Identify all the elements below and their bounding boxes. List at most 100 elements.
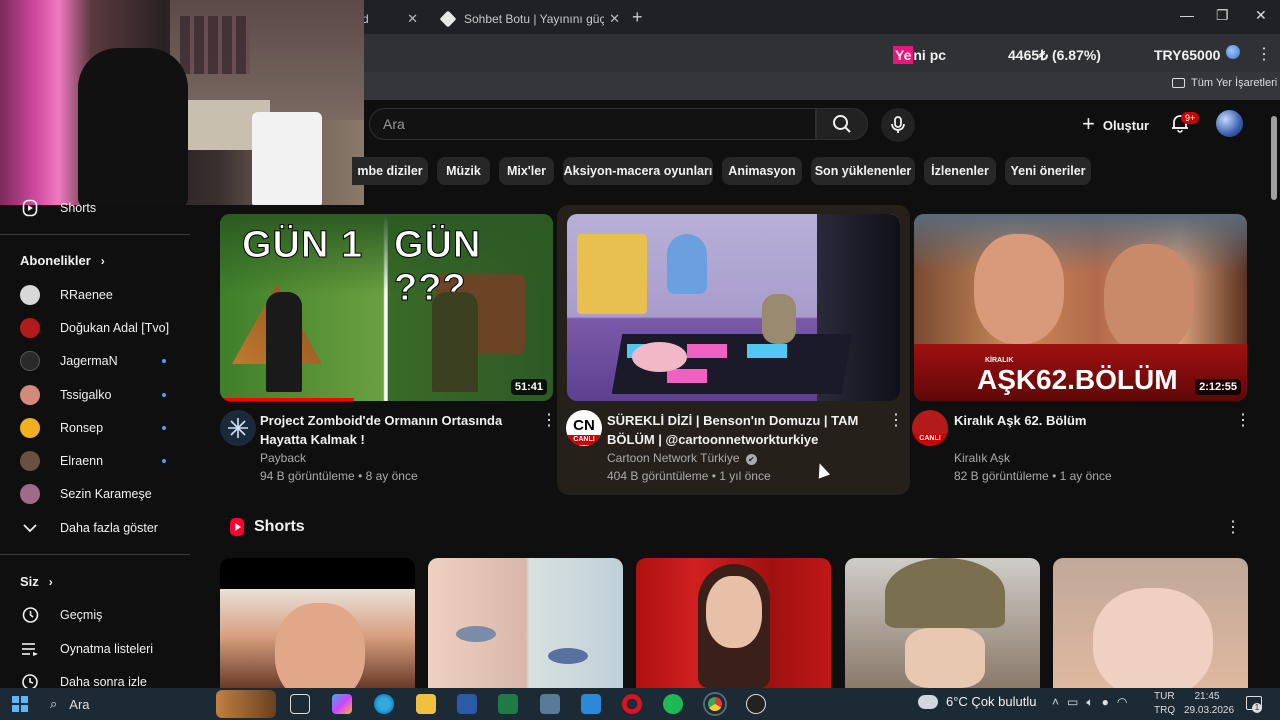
live-dot	[162, 359, 166, 363]
more-vert-icon[interactable]: ⋮	[888, 413, 904, 429]
video-duration: 2:12:55	[1195, 379, 1241, 395]
more-vert-icon[interactable]: ⋮	[1235, 413, 1251, 429]
sidebar-item-subscription[interactable]: Sezin Karameşe	[0, 479, 190, 509]
maximize-button[interactable]: ❐	[1216, 7, 1229, 24]
spotify-icon[interactable]	[663, 694, 683, 714]
short-thumbnail[interactable]	[220, 558, 415, 688]
store-icon[interactable]	[581, 694, 601, 714]
create-button[interactable]: + Oluştur	[1074, 110, 1158, 140]
new-tab-button[interactable]: +	[632, 7, 643, 28]
shorts-logo-icon	[230, 518, 244, 536]
voice-search-button[interactable]	[881, 108, 915, 142]
sidebar-item-subscription[interactable]: JagermaN	[0, 346, 190, 376]
channel-avatar[interactable]: CN CANLI	[566, 410, 602, 446]
video-duration: 51:41	[510, 379, 547, 395]
tab-close-icon[interactable]: ✕	[609, 11, 620, 27]
sidebar-item-subscription[interactable]: RRaenee	[0, 280, 190, 310]
obs-icon[interactable]	[746, 694, 766, 714]
chip-filter[interactable]: İzlenenler	[924, 157, 996, 185]
notification-badge: 9+	[1181, 112, 1200, 124]
short-thumbnail[interactable]	[428, 558, 623, 688]
edge-icon[interactable]	[374, 694, 394, 714]
wifi-icon[interactable]: ◠	[1117, 695, 1127, 710]
system-tray[interactable]: ˄ ▭ 🔈︎ ● ◠	[1052, 695, 1127, 710]
stream-donation-ticker: Ye ni pc 4465₺ (6.87%) TRY65000	[893, 44, 1243, 66]
video-title[interactable]: SÜREKLİ DİZİ | Benson'ın Domuzu | TAM BÖ…	[607, 411, 877, 449]
clock-date: 29.03.2026	[1184, 705, 1235, 716]
taskbar-clock[interactable]: 21:45 29.03.2026	[1184, 690, 1235, 718]
chip-filter[interactable]: Müzik	[437, 157, 490, 185]
more-vert-icon[interactable]: ⋮	[541, 413, 557, 429]
video-channel[interactable]: Cartoon Network Türkiye ✔	[607, 451, 757, 465]
opera-icon[interactable]	[622, 694, 642, 714]
channel-avatar[interactable]	[220, 410, 256, 446]
sidebar-divider	[0, 234, 190, 235]
more-vert-icon[interactable]: ⋮	[1225, 520, 1241, 536]
clock-time: 21:45	[1194, 691, 1220, 702]
chip-filter[interactable]: mbe diziler	[352, 157, 428, 185]
video-channel[interactable]: Payback	[260, 451, 306, 465]
browser-menu-icon[interactable]: ⋮	[1256, 44, 1272, 64]
you-header[interactable]: Siz ›	[20, 574, 53, 589]
video-thumbnail[interactable]: GÜN 1 GÜN ??? 51:41	[220, 214, 553, 401]
word-icon[interactable]	[457, 694, 477, 714]
verified-icon: ✔	[745, 454, 757, 465]
sidebar-item-playlists[interactable]: Oynatma listeleri	[0, 634, 190, 664]
chevron-right-icon: ›	[100, 253, 105, 268]
show-more-button[interactable]: Daha fazla göster	[0, 513, 190, 543]
video-title[interactable]: Kiralık Aşk 62. Bölüm	[954, 411, 1214, 430]
sidebar-item-subscription[interactable]: Doğukan Adal [Tvo]	[0, 313, 190, 343]
input-language[interactable]: TUR TRQ	[1154, 690, 1175, 718]
all-bookmarks-button[interactable]: Tüm Yer İşaretleri	[1172, 77, 1277, 89]
chip-filter[interactable]: Animasyon	[722, 157, 802, 185]
battery-icon[interactable]: ▭	[1067, 695, 1078, 710]
chip-filter[interactable]: Aksiyon-macera oyunları	[563, 157, 713, 185]
video-channel[interactable]: Kiralık Aşk	[954, 451, 1010, 465]
sidebar-item-label: Elraenn	[60, 454, 104, 468]
taskbar-search[interactable]: ⌕ Ara	[40, 690, 210, 718]
sidebar-item-subscription[interactable]: Ronsep	[0, 413, 190, 443]
widget-news-icon[interactable]	[216, 690, 276, 718]
search-input[interactable]	[383, 108, 783, 140]
chip-filter[interactable]: Yeni öneriler	[1005, 157, 1091, 185]
file-explorer-icon[interactable]	[416, 694, 436, 714]
microphone-icon[interactable]: ●	[1102, 695, 1109, 710]
chrome-icon[interactable]	[705, 694, 725, 714]
chip-filter[interactable]: Mix'ler	[499, 157, 554, 185]
sidebar-item-subscription[interactable]: Elraenn	[0, 446, 190, 476]
short-thumbnail[interactable]	[845, 558, 1040, 688]
subscriptions-header[interactable]: Abonelikler ›	[20, 253, 105, 268]
windows-start-icon[interactable]	[12, 696, 28, 712]
chevron-up-icon[interactable]: ˄	[1052, 695, 1059, 710]
tab-close-icon[interactable]: ✕	[407, 11, 418, 27]
video-thumbnail[interactable]: KİRALIK AŞK 62.BÖLÜM 2:12:55	[914, 214, 1247, 401]
calculator-icon[interactable]	[540, 694, 560, 714]
close-window-button[interactable]: ✕	[1255, 7, 1267, 24]
account-avatar[interactable]	[1216, 110, 1243, 137]
browser-tab-active[interactable]: Sohbet Botu | Yayınını güçlendir ✕	[432, 4, 628, 34]
weather-widget[interactable]: 6°C Çok bulutlu	[915, 689, 1037, 709]
scrollbar-thumb[interactable]	[1271, 116, 1277, 200]
minimize-button[interactable]: —	[1180, 7, 1194, 23]
history-icon	[20, 605, 40, 625]
sidebar-item-shorts[interactable]: Shorts	[0, 193, 190, 223]
sidebar-item-subscription[interactable]: Tssigalko	[0, 380, 190, 410]
video-thumbnail[interactable]	[567, 214, 900, 401]
copilot-icon[interactable]	[332, 694, 352, 714]
volume-icon[interactable]: 🔈︎	[1086, 695, 1093, 710]
excel-icon[interactable]	[498, 694, 518, 714]
video-title[interactable]: Project Zomboid'de Ormanın Ortasında Hay…	[260, 411, 520, 449]
task-view-icon[interactable]	[290, 694, 310, 714]
show-more-label: Daha fazla göster	[60, 521, 158, 535]
webcam-overlay	[0, 0, 364, 205]
all-bookmarks-label: Tüm Yer İşaretleri	[1191, 77, 1278, 89]
search-button[interactable]	[816, 108, 868, 140]
short-thumbnail[interactable]	[636, 558, 831, 688]
weather-text: 6°C Çok bulutlu	[946, 694, 1037, 709]
short-thumbnail[interactable]	[1053, 558, 1248, 688]
channel-avatar[interactable]: CANLI	[912, 410, 948, 446]
sidebar-item-label: Ronsep	[60, 421, 104, 435]
chip-filter[interactable]: Son yüklenenler	[811, 157, 915, 185]
sidebar-item-history[interactable]: Geçmiş	[0, 600, 190, 630]
sidebar-item-label: Tssigalko	[60, 388, 112, 402]
